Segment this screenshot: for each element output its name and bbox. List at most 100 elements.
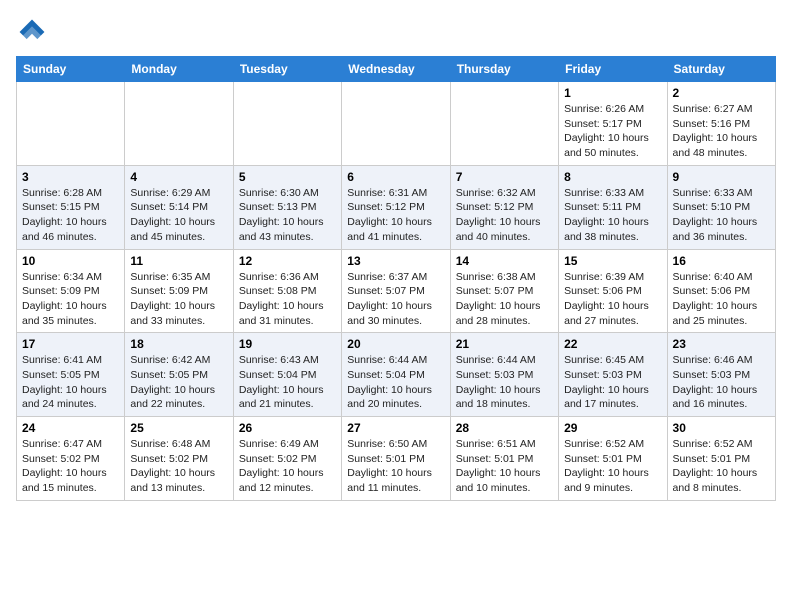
calendar-cell bbox=[125, 82, 233, 166]
day-number: 15 bbox=[564, 254, 661, 268]
weekday-header-wednesday: Wednesday bbox=[342, 57, 450, 82]
day-info: Sunrise: 6:26 AM Sunset: 5:17 PM Dayligh… bbox=[564, 102, 661, 161]
day-info: Sunrise: 6:40 AM Sunset: 5:06 PM Dayligh… bbox=[673, 270, 770, 329]
calendar-cell: 29 Sunrise: 6:52 AM Sunset: 5:01 PM Dayli… bbox=[559, 417, 667, 501]
calendar-cell: 21 Sunrise: 6:44 AM Sunset: 5:03 PM Dayli… bbox=[450, 333, 558, 417]
calendar-cell: 13Sunrise: 6:37 AM Sunset: 5:07 PM Dayli… bbox=[342, 249, 450, 333]
day-number: 16 bbox=[673, 254, 770, 268]
day-number: 23 bbox=[673, 337, 770, 351]
calendar-cell: 24 Sunrise: 6:47 AM Sunset: 5:02 PM Dayli… bbox=[17, 417, 125, 501]
day-number: 22 bbox=[564, 337, 661, 351]
day-info: Sunrise: 6:37 AM Sunset: 5:07 PM Dayligh… bbox=[347, 270, 444, 329]
day-info: Sunrise: 6:51 AM Sunset: 5:01 PM Dayligh… bbox=[456, 437, 553, 496]
day-number: 6 bbox=[347, 170, 444, 184]
weekday-header-friday: Friday bbox=[559, 57, 667, 82]
day-info: Sunrise: 6:34 AM Sunset: 5:09 PM Dayligh… bbox=[22, 270, 119, 329]
calendar-cell: 16 Sunrise: 6:40 AM Sunset: 5:06 PM Dayli… bbox=[667, 249, 775, 333]
weekday-header-row: SundayMondayTuesdayWednesdayThursdayFrid… bbox=[17, 57, 776, 82]
day-number: 17 bbox=[22, 337, 119, 351]
day-info: Sunrise: 6:43 AM Sunset: 5:04 PM Dayligh… bbox=[239, 353, 336, 412]
day-info: Sunrise: 6:30 AM Sunset: 5:13 PM Dayligh… bbox=[239, 186, 336, 245]
calendar-cell bbox=[450, 82, 558, 166]
calendar-cell bbox=[17, 82, 125, 166]
day-info: Sunrise: 6:50 AM Sunset: 5:01 PM Dayligh… bbox=[347, 437, 444, 496]
calendar-table: SundayMondayTuesdayWednesdayThursdayFrid… bbox=[16, 56, 776, 501]
day-info: Sunrise: 6:41 AM Sunset: 5:05 PM Dayligh… bbox=[22, 353, 119, 412]
day-number: 7 bbox=[456, 170, 553, 184]
day-info: Sunrise: 6:31 AM Sunset: 5:12 PM Dayligh… bbox=[347, 186, 444, 245]
day-info: Sunrise: 6:35 AM Sunset: 5:09 PM Dayligh… bbox=[130, 270, 227, 329]
calendar-cell: 28 Sunrise: 6:51 AM Sunset: 5:01 PM Dayli… bbox=[450, 417, 558, 501]
calendar-cell: 8Sunrise: 6:33 AM Sunset: 5:11 PM Daylig… bbox=[559, 165, 667, 249]
weekday-header-saturday: Saturday bbox=[667, 57, 775, 82]
day-number: 24 bbox=[22, 421, 119, 435]
day-info: Sunrise: 6:42 AM Sunset: 5:05 PM Dayligh… bbox=[130, 353, 227, 412]
calendar-cell: 4 Sunrise: 6:29 AM Sunset: 5:14 PM Daylig… bbox=[125, 165, 233, 249]
calendar-week-2: 3 Sunrise: 6:28 AM Sunset: 5:15 PM Daylig… bbox=[17, 165, 776, 249]
weekday-header-monday: Monday bbox=[125, 57, 233, 82]
day-info: Sunrise: 6:33 AM Sunset: 5:10 PM Dayligh… bbox=[673, 186, 770, 245]
day-info: Sunrise: 6:29 AM Sunset: 5:14 PM Dayligh… bbox=[130, 186, 227, 245]
calendar-cell: 6 Sunrise: 6:31 AM Sunset: 5:12 PM Daylig… bbox=[342, 165, 450, 249]
calendar-week-3: 10 Sunrise: 6:34 AM Sunset: 5:09 PM Dayli… bbox=[17, 249, 776, 333]
calendar-cell: 18Sunrise: 6:42 AM Sunset: 5:05 PM Dayli… bbox=[125, 333, 233, 417]
calendar-cell: 26 Sunrise: 6:49 AM Sunset: 5:02 PM Dayli… bbox=[233, 417, 341, 501]
weekday-header-sunday: Sunday bbox=[17, 57, 125, 82]
day-number: 27 bbox=[347, 421, 444, 435]
calendar-cell: 2 Sunrise: 6:27 AM Sunset: 5:16 PM Daylig… bbox=[667, 82, 775, 166]
day-info: Sunrise: 6:28 AM Sunset: 5:15 PM Dayligh… bbox=[22, 186, 119, 245]
calendar-cell bbox=[342, 82, 450, 166]
calendar-cell: 1Sunrise: 6:26 AM Sunset: 5:17 PM Daylig… bbox=[559, 82, 667, 166]
weekday-header-tuesday: Tuesday bbox=[233, 57, 341, 82]
calendar-cell bbox=[233, 82, 341, 166]
day-info: Sunrise: 6:36 AM Sunset: 5:08 PM Dayligh… bbox=[239, 270, 336, 329]
calendar-cell: 25 Sunrise: 6:48 AM Sunset: 5:02 PM Dayli… bbox=[125, 417, 233, 501]
day-info: Sunrise: 6:52 AM Sunset: 5:01 PM Dayligh… bbox=[564, 437, 661, 496]
day-number: 21 bbox=[456, 337, 553, 351]
weekday-header-thursday: Thursday bbox=[450, 57, 558, 82]
calendar-cell: 9 Sunrise: 6:33 AM Sunset: 5:10 PM Daylig… bbox=[667, 165, 775, 249]
day-info: Sunrise: 6:45 AM Sunset: 5:03 PM Dayligh… bbox=[564, 353, 661, 412]
calendar-cell: 17 Sunrise: 6:41 AM Sunset: 5:05 PM Dayli… bbox=[17, 333, 125, 417]
day-number: 2 bbox=[673, 86, 770, 100]
calendar-week-4: 17 Sunrise: 6:41 AM Sunset: 5:05 PM Dayli… bbox=[17, 333, 776, 417]
day-info: Sunrise: 6:47 AM Sunset: 5:02 PM Dayligh… bbox=[22, 437, 119, 496]
calendar-cell: 12 Sunrise: 6:36 AM Sunset: 5:08 PM Dayli… bbox=[233, 249, 341, 333]
day-number: 11 bbox=[130, 254, 227, 268]
day-number: 14 bbox=[456, 254, 553, 268]
calendar-cell: 23 Sunrise: 6:46 AM Sunset: 5:03 PM Dayli… bbox=[667, 333, 775, 417]
calendar-cell: 3 Sunrise: 6:28 AM Sunset: 5:15 PM Daylig… bbox=[17, 165, 125, 249]
calendar-cell: 5Sunrise: 6:30 AM Sunset: 5:13 PM Daylig… bbox=[233, 165, 341, 249]
day-number: 26 bbox=[239, 421, 336, 435]
calendar-cell: 20Sunrise: 6:44 AM Sunset: 5:04 PM Dayli… bbox=[342, 333, 450, 417]
day-info: Sunrise: 6:52 AM Sunset: 5:01 PM Dayligh… bbox=[673, 437, 770, 496]
calendar-cell: 27 Sunrise: 6:50 AM Sunset: 5:01 PM Dayli… bbox=[342, 417, 450, 501]
calendar-week-5: 24 Sunrise: 6:47 AM Sunset: 5:02 PM Dayli… bbox=[17, 417, 776, 501]
day-info: Sunrise: 6:48 AM Sunset: 5:02 PM Dayligh… bbox=[130, 437, 227, 496]
calendar-cell: 14Sunrise: 6:38 AM Sunset: 5:07 PM Dayli… bbox=[450, 249, 558, 333]
day-number: 12 bbox=[239, 254, 336, 268]
day-number: 9 bbox=[673, 170, 770, 184]
day-info: Sunrise: 6:27 AM Sunset: 5:16 PM Dayligh… bbox=[673, 102, 770, 161]
day-number: 25 bbox=[130, 421, 227, 435]
day-info: Sunrise: 6:32 AM Sunset: 5:12 PM Dayligh… bbox=[456, 186, 553, 245]
calendar-cell: 10 Sunrise: 6:34 AM Sunset: 5:09 PM Dayli… bbox=[17, 249, 125, 333]
day-info: Sunrise: 6:46 AM Sunset: 5:03 PM Dayligh… bbox=[673, 353, 770, 412]
logo bbox=[16, 16, 52, 48]
day-number: 8 bbox=[564, 170, 661, 184]
day-number: 3 bbox=[22, 170, 119, 184]
calendar-cell: 15Sunrise: 6:39 AM Sunset: 5:06 PM Dayli… bbox=[559, 249, 667, 333]
calendar-cell: 11 Sunrise: 6:35 AM Sunset: 5:09 PM Dayli… bbox=[125, 249, 233, 333]
day-number: 19 bbox=[239, 337, 336, 351]
calendar-cell: 7 Sunrise: 6:32 AM Sunset: 5:12 PM Daylig… bbox=[450, 165, 558, 249]
day-number: 4 bbox=[130, 170, 227, 184]
calendar-cell: 19 Sunrise: 6:43 AM Sunset: 5:04 PM Dayli… bbox=[233, 333, 341, 417]
calendar-week-1: 1Sunrise: 6:26 AM Sunset: 5:17 PM Daylig… bbox=[17, 82, 776, 166]
day-info: Sunrise: 6:44 AM Sunset: 5:03 PM Dayligh… bbox=[456, 353, 553, 412]
day-number: 28 bbox=[456, 421, 553, 435]
day-number: 20 bbox=[347, 337, 444, 351]
day-number: 30 bbox=[673, 421, 770, 435]
day-number: 29 bbox=[564, 421, 661, 435]
day-number: 10 bbox=[22, 254, 119, 268]
day-info: Sunrise: 6:49 AM Sunset: 5:02 PM Dayligh… bbox=[239, 437, 336, 496]
